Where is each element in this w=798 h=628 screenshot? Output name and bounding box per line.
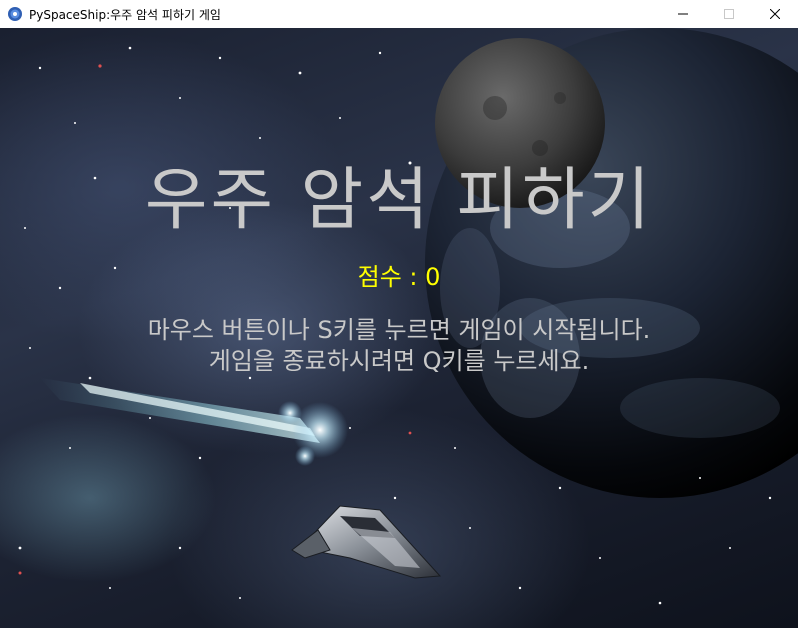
- quit-instruction: 게임을 종료하시려면 Q키를 누르세요.: [208, 347, 590, 375]
- score-label: 점수 : 0: [357, 263, 441, 291]
- minimize-button[interactable]: [660, 0, 706, 28]
- window-controls: [660, 0, 798, 28]
- maximize-button[interactable]: [706, 0, 752, 28]
- game-title: 우주 암석 피하기: [144, 161, 654, 240]
- window-title: PySpaceShip:우주 암석 피하기 게임: [29, 7, 221, 22]
- game-window: PySpaceShip:우주 암석 피하기 게임 우주 암석 피하기 점수: …: [0, 0, 798, 628]
- maximize-icon: [724, 9, 734, 19]
- start-instruction: 마우스 버튼이나 S키를 누르면 게임이 시작됩니다.: [147, 316, 651, 344]
- close-button[interactable]: [752, 0, 798, 28]
- close-icon: [770, 9, 780, 19]
- spaceship: [291, 505, 442, 579]
- title-bar[interactable]: PySpaceShip:우주 암석 피하기 게임: [0, 0, 798, 28]
- minimize-icon: [678, 13, 688, 15]
- python-icon: [7, 6, 23, 22]
- game-canvas[interactable]: 우주 암석 피하기 점수 : 0 마우스 버튼이나 S키를 누르면 게임이 시작…: [0, 28, 798, 628]
- comet-beam: [40, 378, 348, 466]
